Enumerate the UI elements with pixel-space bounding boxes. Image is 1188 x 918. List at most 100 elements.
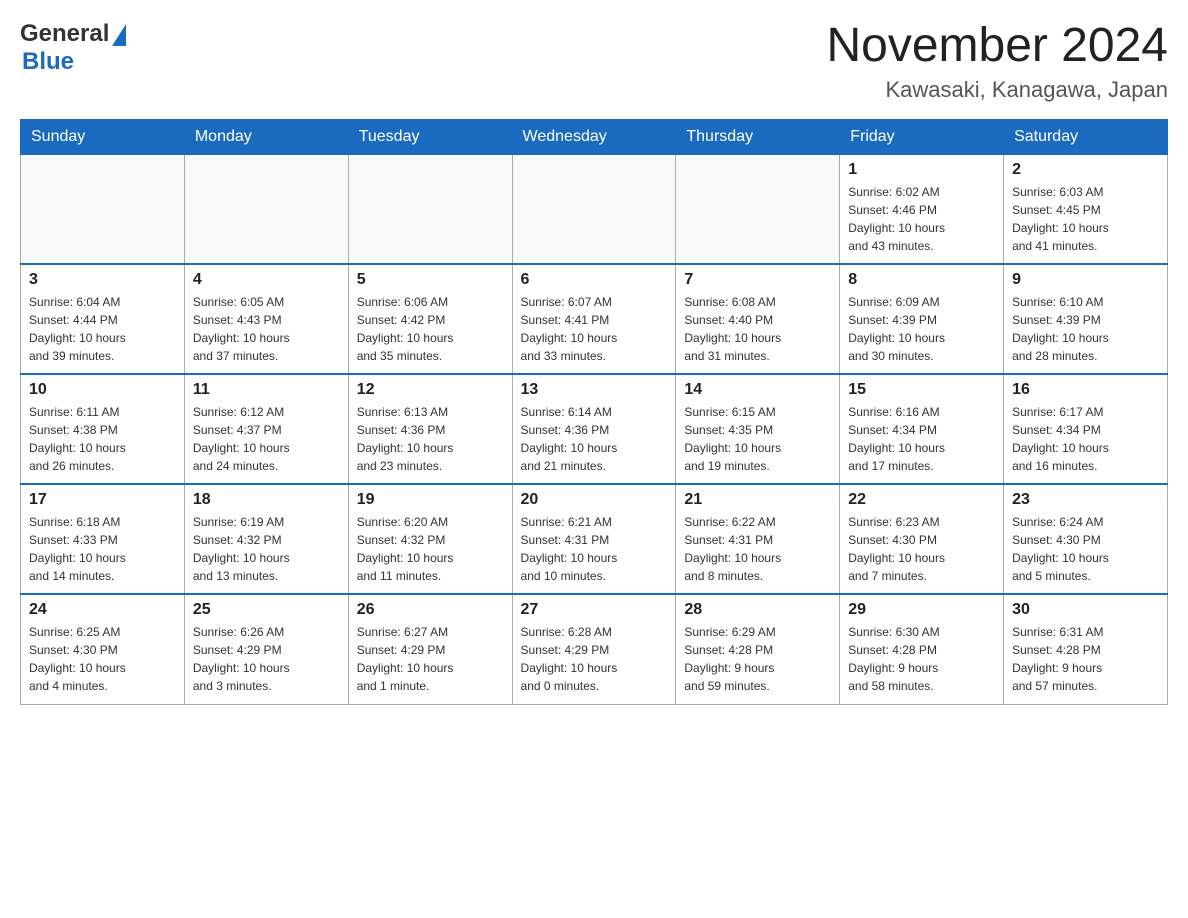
day-number: 11 bbox=[193, 381, 340, 399]
logo-triangle-icon bbox=[112, 24, 126, 46]
calendar-day-header: Friday bbox=[840, 119, 1004, 154]
day-info: Sunrise: 6:31 AM Sunset: 4:28 PM Dayligh… bbox=[1012, 623, 1159, 695]
day-number: 12 bbox=[357, 381, 504, 399]
day-info: Sunrise: 6:30 AM Sunset: 4:28 PM Dayligh… bbox=[848, 623, 995, 695]
day-info: Sunrise: 6:23 AM Sunset: 4:30 PM Dayligh… bbox=[848, 513, 995, 585]
day-info: Sunrise: 6:18 AM Sunset: 4:33 PM Dayligh… bbox=[29, 513, 176, 585]
calendar-header-row: SundayMondayTuesdayWednesdayThursdayFrid… bbox=[21, 119, 1168, 154]
day-number: 22 bbox=[848, 491, 995, 509]
day-info: Sunrise: 6:20 AM Sunset: 4:32 PM Dayligh… bbox=[357, 513, 504, 585]
calendar-week-row: 17Sunrise: 6:18 AM Sunset: 4:33 PM Dayli… bbox=[21, 484, 1168, 594]
day-info: Sunrise: 6:22 AM Sunset: 4:31 PM Dayligh… bbox=[684, 513, 831, 585]
calendar-day-header: Saturday bbox=[1004, 119, 1168, 154]
calendar-cell: 13 Sunrise: 6:14 AM Sunset: 4:36 PM Dayli… bbox=[512, 374, 676, 484]
day-info: Sunrise: 6:26 AM Sunset: 4:29 PM Dayligh… bbox=[193, 623, 340, 695]
calendar-cell: 11 Sunrise: 6:12 AM Sunset: 4:37 PM Dayli… bbox=[184, 374, 348, 484]
calendar-cell: 4Sunrise: 6:05 AM Sunset: 4:43 PM Daylig… bbox=[184, 264, 348, 374]
calendar-week-row: 24 Sunrise: 6:25 AM Sunset: 4:30 PM Dayli… bbox=[21, 594, 1168, 704]
calendar-cell: 5Sunrise: 6:06 AM Sunset: 4:42 PM Daylig… bbox=[348, 264, 512, 374]
calendar-week-row: 3 Sunrise: 6:04 AM Sunset: 4:44 PM Daylig… bbox=[21, 264, 1168, 374]
day-info: Sunrise: 6:21 AM Sunset: 4:31 PM Dayligh… bbox=[521, 513, 668, 585]
day-info: Sunrise: 6:15 AM Sunset: 4:35 PM Dayligh… bbox=[684, 403, 831, 475]
day-info: Sunrise: 6:29 AM Sunset: 4:28 PM Dayligh… bbox=[684, 623, 831, 695]
day-number: 15 bbox=[848, 381, 995, 399]
day-number: 13 bbox=[521, 381, 668, 399]
calendar-week-row: 1 Sunrise: 6:02 AM Sunset: 4:46 PM Daylig… bbox=[21, 154, 1168, 264]
day-number: 7 bbox=[684, 271, 831, 289]
calendar-week-row: 10 Sunrise: 6:11 AM Sunset: 4:38 PM Dayli… bbox=[21, 374, 1168, 484]
calendar-cell: 29 Sunrise: 6:30 AM Sunset: 4:28 PM Dayli… bbox=[840, 594, 1004, 704]
day-info: Sunrise: 6:03 AM Sunset: 4:45 PM Dayligh… bbox=[1012, 183, 1159, 255]
logo-general-text: General bbox=[20, 20, 109, 48]
calendar-cell: 19 Sunrise: 6:20 AM Sunset: 4:32 PM Dayli… bbox=[348, 484, 512, 594]
calendar-cell: 2 Sunrise: 6:03 AM Sunset: 4:45 PM Daylig… bbox=[1004, 154, 1168, 264]
day-info: Sunrise: 6:12 AM Sunset: 4:37 PM Dayligh… bbox=[193, 403, 340, 475]
title-block: November 2024 Kawasaki, Kanagawa, Japan bbox=[826, 20, 1168, 103]
calendar-cell: 6 Sunrise: 6:07 AM Sunset: 4:41 PM Daylig… bbox=[512, 264, 676, 374]
calendar-cell: 14Sunrise: 6:15 AM Sunset: 4:35 PM Dayli… bbox=[676, 374, 840, 484]
calendar-cell bbox=[184, 154, 348, 264]
logo-blue-text: Blue bbox=[22, 48, 74, 75]
calendar-cell: 20 Sunrise: 6:21 AM Sunset: 4:31 PM Dayli… bbox=[512, 484, 676, 594]
calendar-subtitle: Kawasaki, Kanagawa, Japan bbox=[826, 77, 1168, 103]
calendar-day-header: Monday bbox=[184, 119, 348, 154]
calendar-cell: 15 Sunrise: 6:16 AM Sunset: 4:34 PM Dayli… bbox=[840, 374, 1004, 484]
calendar-cell bbox=[21, 154, 185, 264]
day-number: 27 bbox=[521, 601, 668, 619]
day-number: 28 bbox=[684, 601, 831, 619]
day-info: Sunrise: 6:04 AM Sunset: 4:44 PM Dayligh… bbox=[29, 293, 176, 365]
day-number: 2 bbox=[1012, 161, 1159, 179]
calendar-cell: 10 Sunrise: 6:11 AM Sunset: 4:38 PM Dayli… bbox=[21, 374, 185, 484]
day-info: Sunrise: 6:09 AM Sunset: 4:39 PM Dayligh… bbox=[848, 293, 995, 365]
day-number: 9 bbox=[1012, 271, 1159, 289]
day-number: 16 bbox=[1012, 381, 1159, 399]
day-info: Sunrise: 6:14 AM Sunset: 4:36 PM Dayligh… bbox=[521, 403, 668, 475]
day-info: Sunrise: 6:24 AM Sunset: 4:30 PM Dayligh… bbox=[1012, 513, 1159, 585]
calendar-day-header: Tuesday bbox=[348, 119, 512, 154]
calendar-cell: 22 Sunrise: 6:23 AM Sunset: 4:30 PM Dayli… bbox=[840, 484, 1004, 594]
day-number: 30 bbox=[1012, 601, 1159, 619]
calendar-title: November 2024 bbox=[826, 20, 1168, 73]
logo: General Blue bbox=[20, 20, 126, 76]
calendar-cell: 16Sunrise: 6:17 AM Sunset: 4:34 PM Dayli… bbox=[1004, 374, 1168, 484]
day-number: 19 bbox=[357, 491, 504, 509]
day-number: 1 bbox=[848, 161, 995, 179]
day-number: 5 bbox=[357, 271, 504, 289]
page-header: General Blue November 2024 Kawasaki, Kan… bbox=[20, 20, 1168, 103]
day-number: 23 bbox=[1012, 491, 1159, 509]
day-info: Sunrise: 6:07 AM Sunset: 4:41 PM Dayligh… bbox=[521, 293, 668, 365]
day-number: 18 bbox=[193, 491, 340, 509]
calendar-cell: 1 Sunrise: 6:02 AM Sunset: 4:46 PM Daylig… bbox=[840, 154, 1004, 264]
day-number: 8 bbox=[848, 271, 995, 289]
day-number: 29 bbox=[848, 601, 995, 619]
calendar-cell: 17Sunrise: 6:18 AM Sunset: 4:33 PM Dayli… bbox=[21, 484, 185, 594]
day-number: 24 bbox=[29, 601, 176, 619]
day-number: 20 bbox=[521, 491, 668, 509]
calendar-cell: 21 Sunrise: 6:22 AM Sunset: 4:31 PM Dayli… bbox=[676, 484, 840, 594]
day-info: Sunrise: 6:19 AM Sunset: 4:32 PM Dayligh… bbox=[193, 513, 340, 585]
day-number: 3 bbox=[29, 271, 176, 289]
day-number: 6 bbox=[521, 271, 668, 289]
calendar-cell: 12Sunrise: 6:13 AM Sunset: 4:36 PM Dayli… bbox=[348, 374, 512, 484]
calendar-cell: 26Sunrise: 6:27 AM Sunset: 4:29 PM Dayli… bbox=[348, 594, 512, 704]
calendar-cell: 28 Sunrise: 6:29 AM Sunset: 4:28 PM Dayli… bbox=[676, 594, 840, 704]
day-number: 10 bbox=[29, 381, 176, 399]
calendar-table: SundayMondayTuesdayWednesdayThursdayFrid… bbox=[20, 119, 1168, 705]
calendar-cell: 25Sunrise: 6:26 AM Sunset: 4:29 PM Dayli… bbox=[184, 594, 348, 704]
calendar-cell bbox=[348, 154, 512, 264]
calendar-cell: 27Sunrise: 6:28 AM Sunset: 4:29 PM Dayli… bbox=[512, 594, 676, 704]
day-info: Sunrise: 6:05 AM Sunset: 4:43 PM Dayligh… bbox=[193, 293, 340, 365]
calendar-cell: 24 Sunrise: 6:25 AM Sunset: 4:30 PM Dayli… bbox=[21, 594, 185, 704]
day-info: Sunrise: 6:16 AM Sunset: 4:34 PM Dayligh… bbox=[848, 403, 995, 475]
day-number: 21 bbox=[684, 491, 831, 509]
day-info: Sunrise: 6:10 AM Sunset: 4:39 PM Dayligh… bbox=[1012, 293, 1159, 365]
calendar-cell bbox=[512, 154, 676, 264]
day-info: Sunrise: 6:02 AM Sunset: 4:46 PM Dayligh… bbox=[848, 183, 995, 255]
calendar-cell: 8 Sunrise: 6:09 AM Sunset: 4:39 PM Daylig… bbox=[840, 264, 1004, 374]
day-info: Sunrise: 6:27 AM Sunset: 4:29 PM Dayligh… bbox=[357, 623, 504, 695]
calendar-cell bbox=[676, 154, 840, 264]
calendar-cell: 23 Sunrise: 6:24 AM Sunset: 4:30 PM Dayli… bbox=[1004, 484, 1168, 594]
day-info: Sunrise: 6:11 AM Sunset: 4:38 PM Dayligh… bbox=[29, 403, 176, 475]
day-info: Sunrise: 6:25 AM Sunset: 4:30 PM Dayligh… bbox=[29, 623, 176, 695]
calendar-cell: 30 Sunrise: 6:31 AM Sunset: 4:28 PM Dayli… bbox=[1004, 594, 1168, 704]
